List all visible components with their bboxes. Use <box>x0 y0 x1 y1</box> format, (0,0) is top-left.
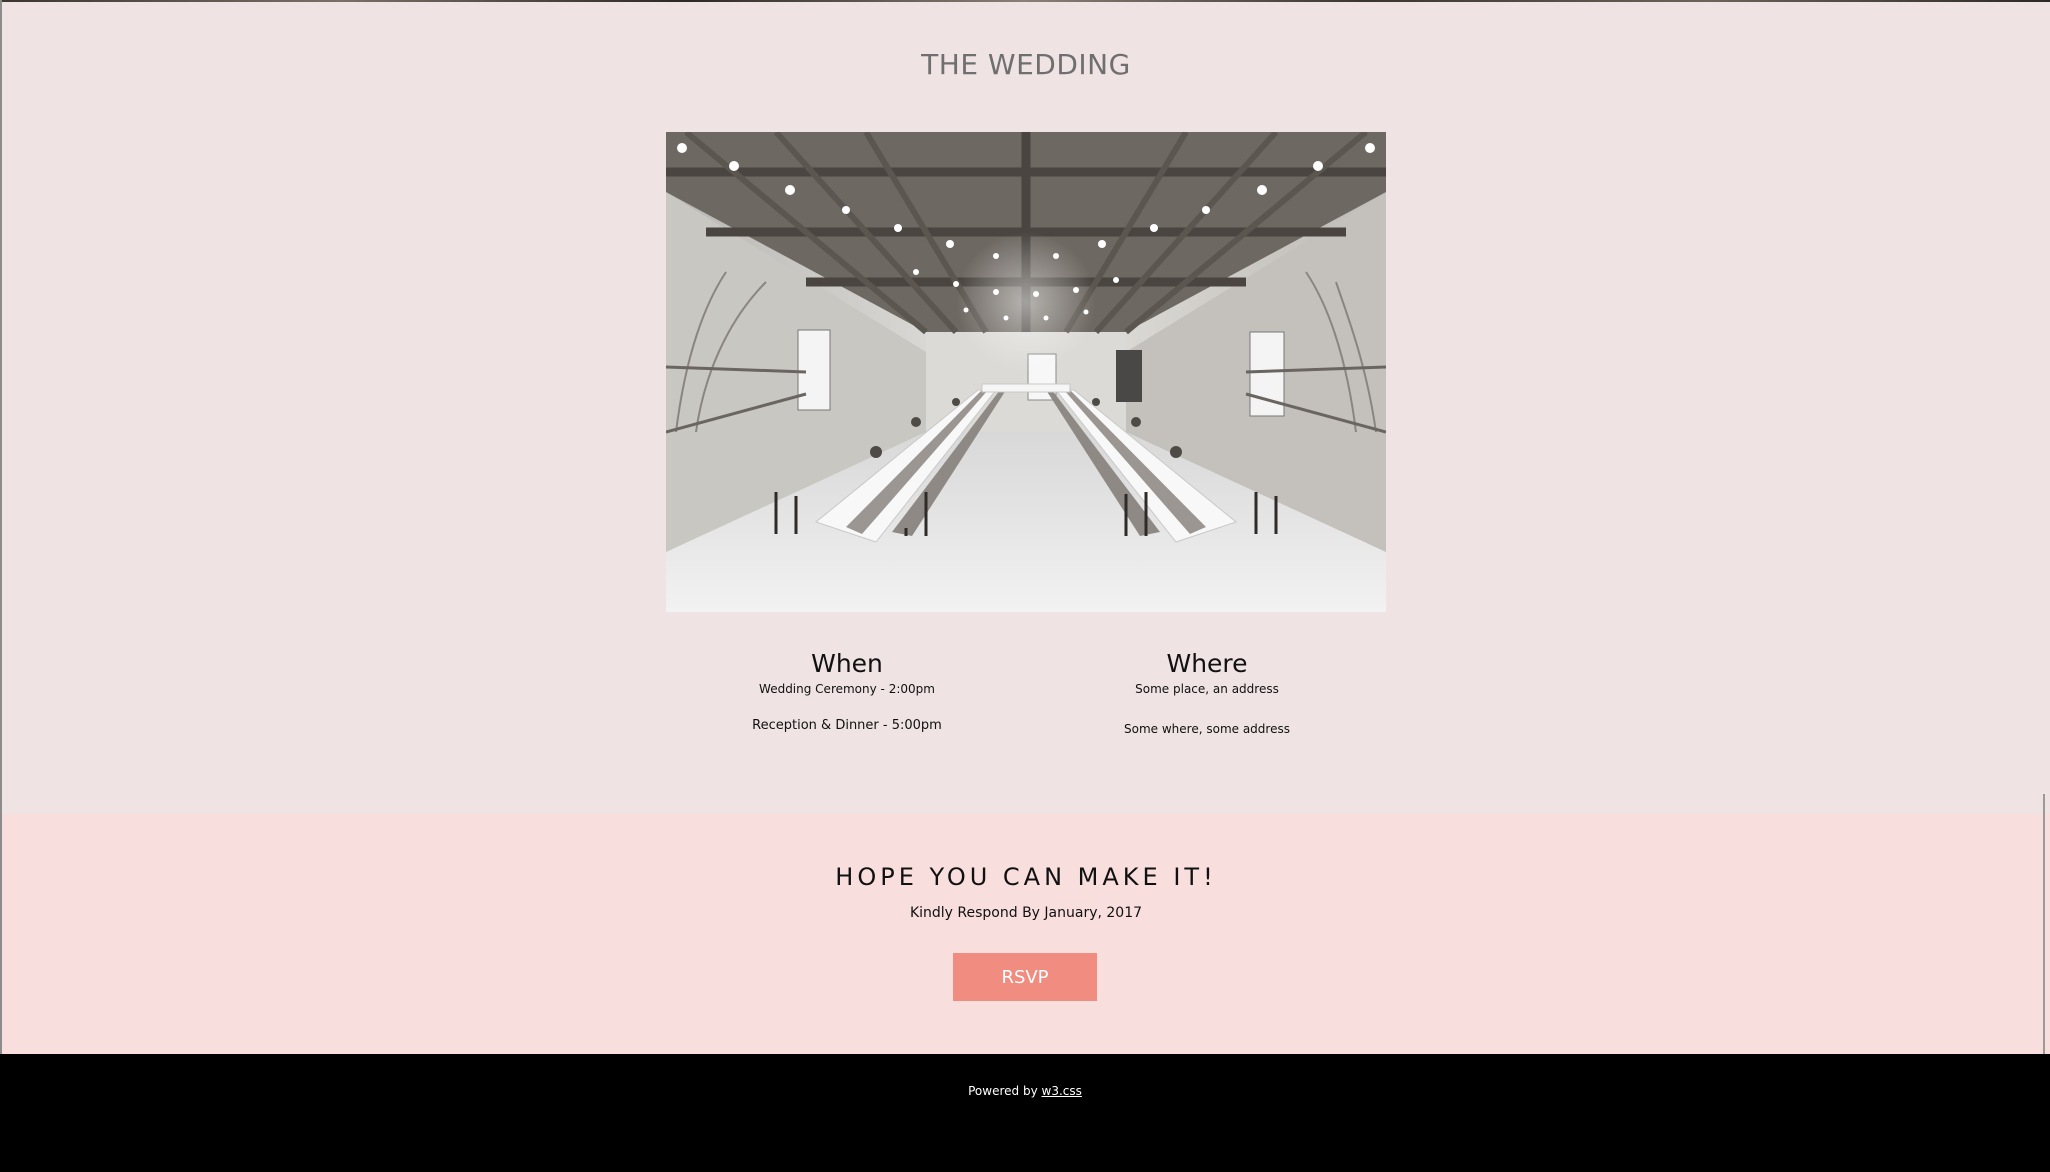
footer-credit: Powered by w3.css <box>0 1084 2050 1098</box>
w3css-link[interactable]: w3.css <box>1042 1084 1082 1098</box>
where-heading: Where <box>1166 649 1248 678</box>
rsvp-button[interactable]: RSVP <box>953 953 1097 1001</box>
where-block: Where Some place, an address Some where,… <box>1037 648 1377 736</box>
reception-time: Reception & Dinner - 5:00pm <box>752 718 942 733</box>
ceremony-address: Some place, an address <box>1135 682 1279 696</box>
rsvp-deadline: Kindly Respond By January, 2017 <box>909 905 1143 921</box>
rsvp-section: HOPE YOU CAN MAKE IT! Kindly Respond By … <box>2 814 2050 1054</box>
rsvp-heading: HOPE YOU CAN MAKE IT! <box>835 863 1217 891</box>
scrollbar[interactable] <box>2043 794 2045 1054</box>
wedding-section: THE WEDDING When Wedding Ceremony - 2:00… <box>2 2 2050 814</box>
when-block: When Wedding Ceremony - 2:00pm Reception… <box>677 648 1017 733</box>
when-heading: When <box>811 649 883 678</box>
ceremony-time: Wedding Ceremony - 2:00pm <box>759 682 935 696</box>
reception-address: Some where, some address <box>1124 722 1290 736</box>
footer-prefix: Powered by <box>968 1084 1042 1098</box>
venue-photo <box>666 132 1386 612</box>
section-title: THE WEDDING <box>921 48 1131 81</box>
footer: Powered by w3.css <box>0 1054 2050 1172</box>
